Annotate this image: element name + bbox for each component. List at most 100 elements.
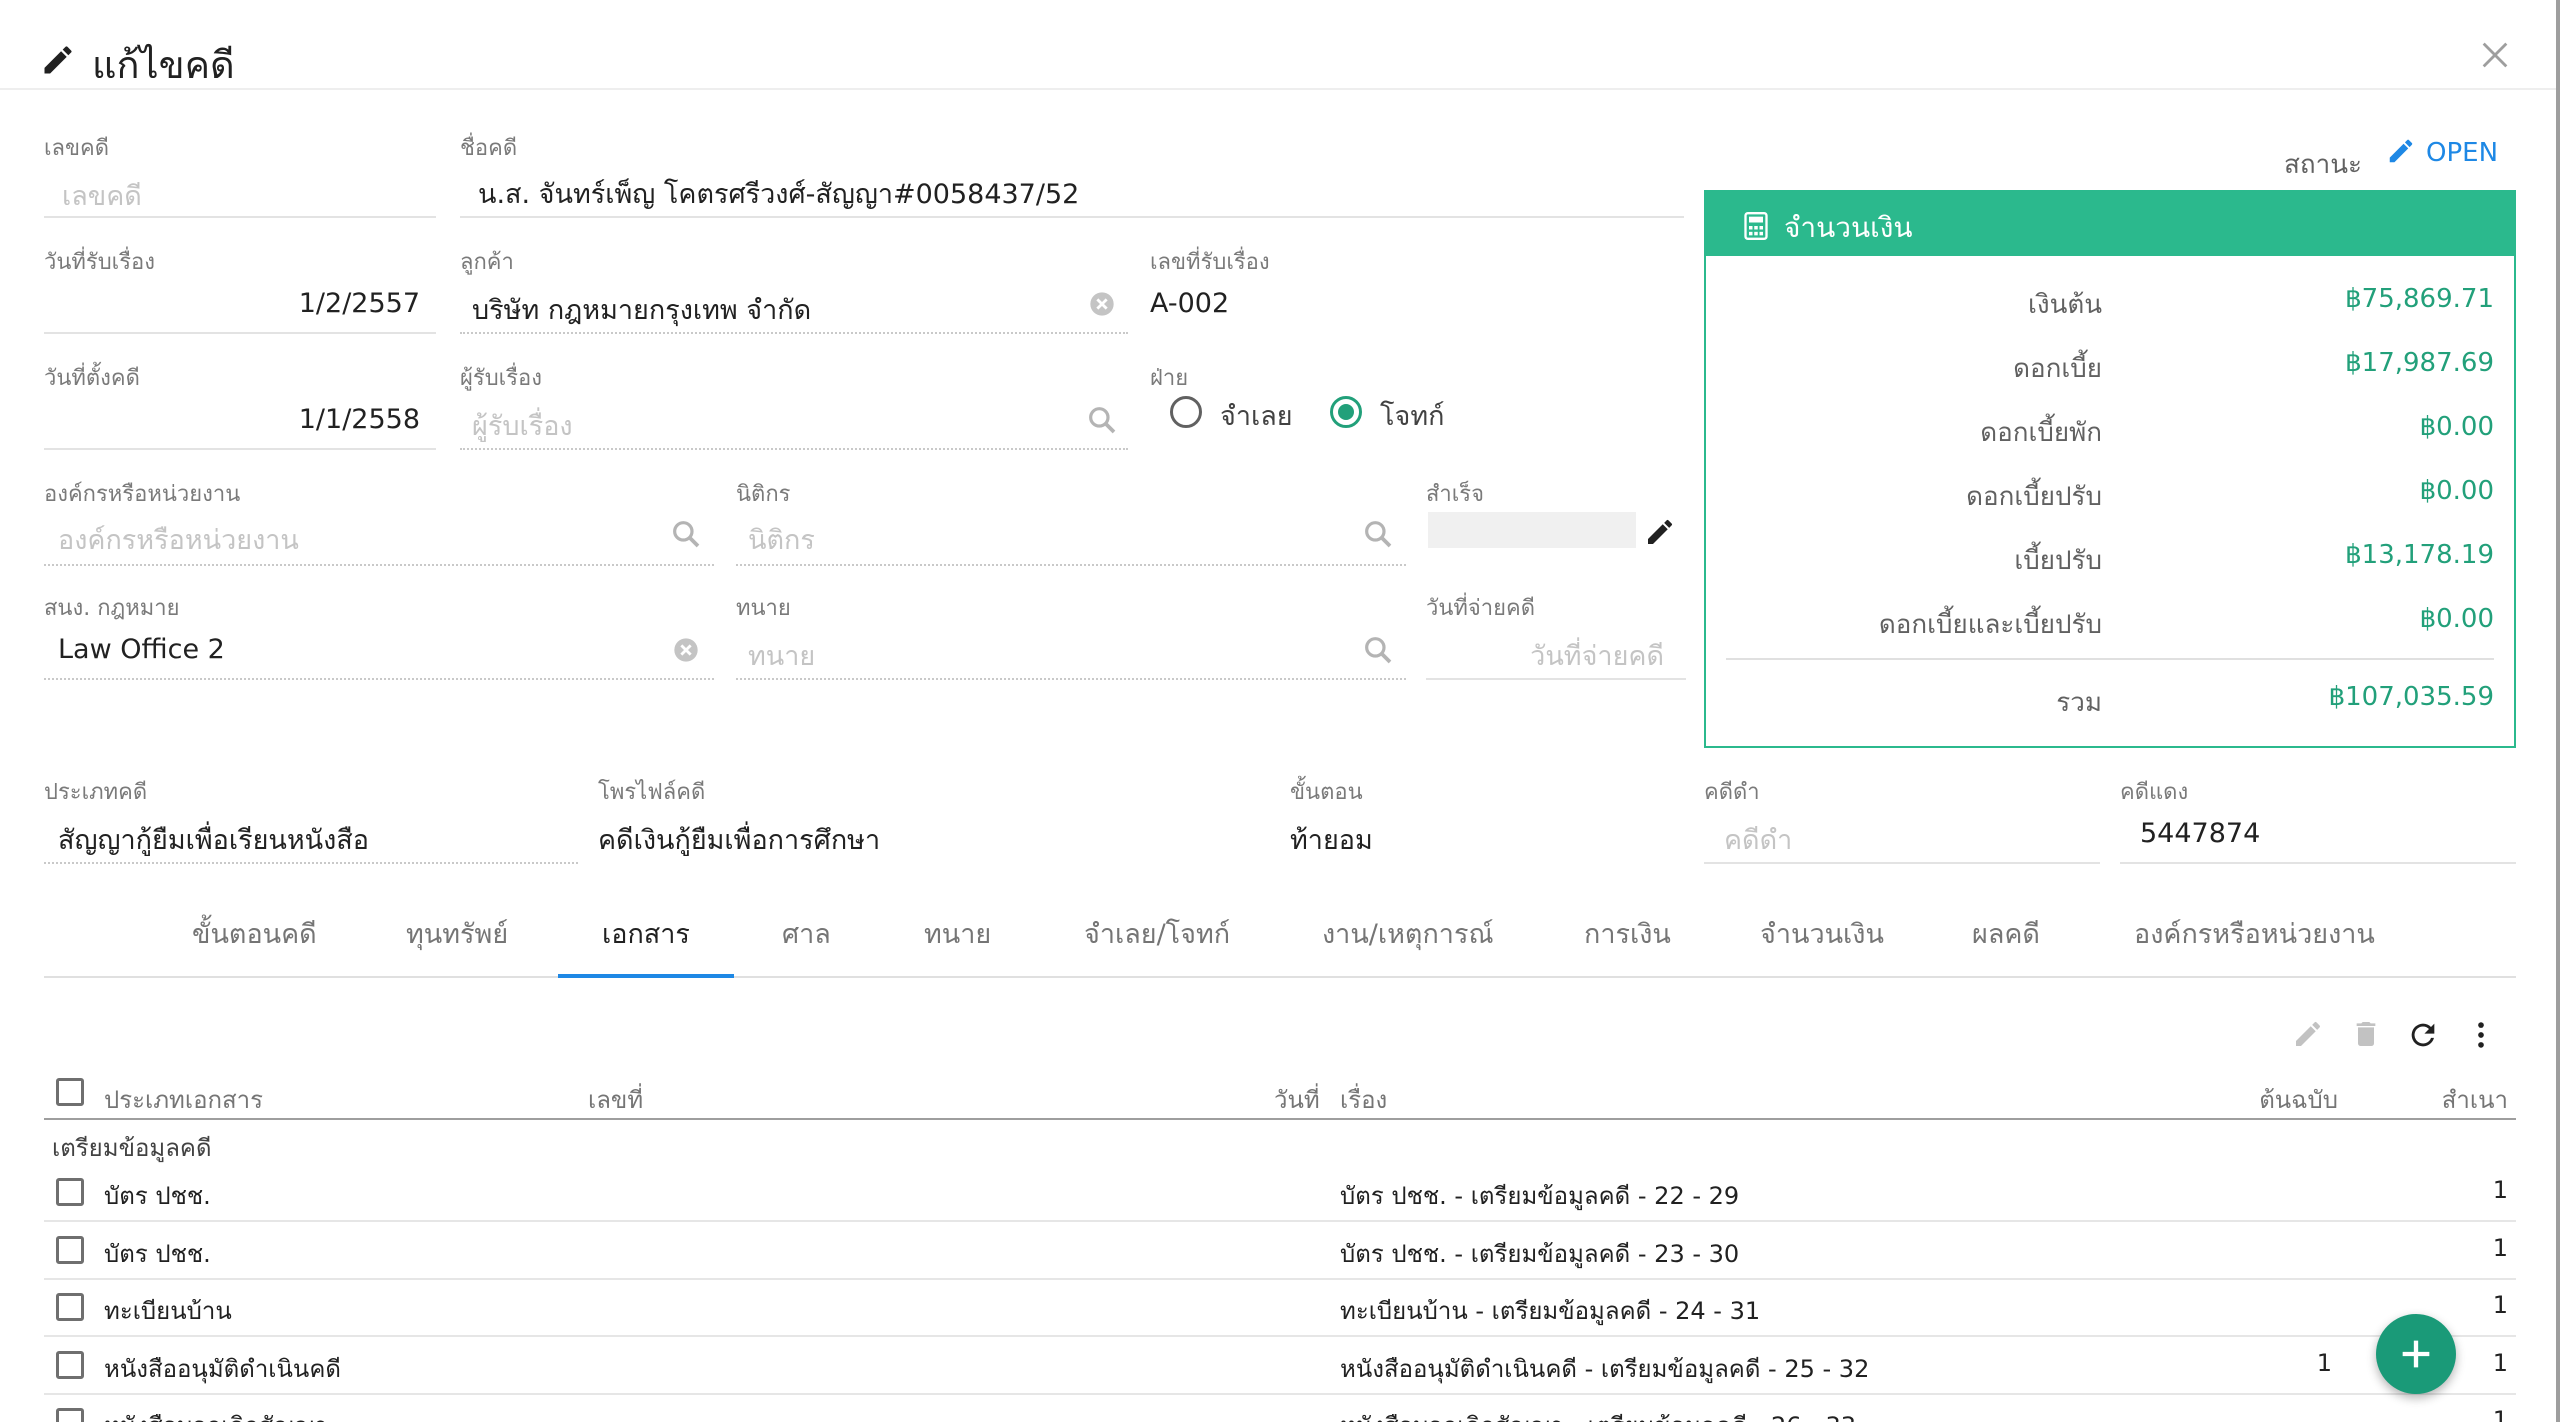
side-plaintiff-label: โจทก์ <box>1380 401 1445 432</box>
table-header-divider <box>44 1118 2516 1120</box>
received-no-input[interactable]: A-002 <box>1150 288 1229 319</box>
case-no-label: เลขคดี <box>44 136 110 161</box>
tab-case-steps[interactable]: ขั้นตอนคดี <box>192 912 317 955</box>
case-no-underline <box>44 216 436 218</box>
law-office-underline <box>44 678 714 680</box>
money-row-value: ฿0.00 <box>2419 476 2494 506</box>
filed-date-input[interactable]: 1/1/2558 <box>299 404 420 435</box>
row-checkbox[interactable] <box>56 1351 84 1379</box>
case-type-input[interactable]: สัญญากู้ยืมเพื่อเรียนหนังสือ <box>58 818 369 861</box>
case-name-input[interactable]: น.ส. จันทร์เพ็ญ โคตรศรีวงศ์-สัญญา#005843… <box>478 172 1079 215</box>
tab-organization[interactable]: องค์กรหรือหน่วยงาน <box>2134 912 2375 955</box>
tab-amount[interactable]: จำนวนเงิน <box>1760 912 1884 955</box>
status-value[interactable]: OPEN <box>2426 138 2498 168</box>
tab-capital[interactable]: ทุนทรัพย์ <box>406 912 508 955</box>
tab-lawyer[interactable]: ทนาย <box>924 912 991 955</box>
more-options-icon[interactable] <box>2464 1018 2498 1052</box>
tab-court[interactable]: ศาล <box>782 912 831 955</box>
add-fab-button[interactable] <box>2376 1314 2456 1394</box>
cell-doc-type: ทะเบียนบ้าน <box>104 1297 232 1325</box>
row-checkbox[interactable] <box>56 1293 84 1321</box>
legal-officer-underline <box>736 564 1406 566</box>
lawyer-search-icon[interactable] <box>1362 634 1394 666</box>
header-number[interactable]: เลขที่ <box>588 1080 643 1119</box>
refresh-icon[interactable] <box>2406 1018 2440 1052</box>
dispose-date-label: วันที่จ่ายคดี <box>1426 596 1536 621</box>
dispose-date-input[interactable]: วันที่จ่ายคดี <box>1530 634 1664 677</box>
red-case-label: คดีแดง <box>2120 780 2189 805</box>
filed-date-label: วันที่ตั้งคดี <box>44 366 140 391</box>
tabs-divider <box>44 976 2516 978</box>
row-checkbox[interactable] <box>56 1178 84 1206</box>
cell-subject: ทะเบียนบ้าน - เตรียมข้อมูลคดี - 24 - 31 <box>1340 1297 1761 1325</box>
success-edit-icon[interactable] <box>1644 516 1676 548</box>
delete-icon[interactable] <box>2350 1018 2382 1050</box>
customer-input[interactable]: บริษัท กฎหมายกรุงเทพ จำกัด <box>472 288 811 331</box>
tab-documents[interactable]: เอกสาร <box>602 912 690 955</box>
case-profile-label: โพรไฟล์คดี <box>598 780 706 805</box>
lawyer-input[interactable]: ทนาย <box>748 634 815 677</box>
tab-finance[interactable]: การเงิน <box>1584 912 1671 955</box>
case-profile-input[interactable]: คดีเงินกู้ยืมเพื่อการศึกษา <box>598 818 880 861</box>
case-name-label: ชื่อคดี <box>460 136 518 161</box>
legal-officer-search-icon[interactable] <box>1362 518 1394 550</box>
tab-defendant-plaintiff[interactable]: จำเลย/โจทก์ <box>1084 912 1230 955</box>
tab-tasks-events[interactable]: งาน/เหตุการณ์ <box>1322 912 1494 955</box>
organization-search-icon[interactable] <box>670 518 702 550</box>
cell-copy: 1 <box>2492 1406 2508 1422</box>
receiver-underline <box>460 448 1128 450</box>
receiver-search-icon[interactable] <box>1086 404 1118 436</box>
select-all-checkbox[interactable] <box>56 1078 84 1106</box>
money-row-label: ดอกเบี้ยปรับ <box>1966 482 2102 512</box>
edit-row-icon[interactable] <box>2292 1018 2324 1050</box>
filed-date-underline <box>44 448 436 450</box>
header-original[interactable]: ต้นฉบับ <box>2259 1080 2338 1119</box>
status-label: สถานะ <box>2284 150 2362 180</box>
receiver-label: ผู้รับเรื่อง <box>460 366 542 391</box>
status-edit-icon[interactable] <box>2386 136 2416 166</box>
clear-law-office-icon[interactable] <box>672 636 700 664</box>
tab-case-result[interactable]: ผลคดี <box>1972 912 2040 955</box>
received-date-underline <box>44 332 436 334</box>
money-total-value: ฿107,035.59 <box>2328 682 2494 712</box>
legal-officer-input[interactable]: นิติกร <box>748 518 815 561</box>
side-plaintiff-radio-dot <box>1338 404 1354 420</box>
cell-subject: บัตร ปชช. - เตรียมข้อมูลคดี - 22 - 29 <box>1340 1182 1740 1210</box>
calculator-icon <box>1744 212 1768 240</box>
black-case-input[interactable]: คดีดำ <box>1724 818 1792 861</box>
money-panel: จำนวนเงิน เงินต้น ฿75,869.71 ดอกเบี้ย ฿17,9… <box>1704 190 2516 748</box>
clear-customer-icon[interactable] <box>1088 290 1116 318</box>
row-divider <box>44 1335 2516 1337</box>
received-date-input[interactable]: 1/2/2557 <box>299 288 420 319</box>
success-input[interactable] <box>1428 512 1636 548</box>
header-doc-type[interactable]: ประเภทเอกสาร <box>104 1080 263 1119</box>
stage-input[interactable]: ท้ายอม <box>1290 818 1373 861</box>
money-row-label: เบี้ยปรับ <box>2014 546 2102 576</box>
received-date-label: วันที่รับเรื่อง <box>44 250 155 275</box>
row-divider <box>44 1393 2516 1395</box>
money-row-label: ดอกเบี้ย <box>2013 354 2102 384</box>
money-row-label: ดอกเบี้ยพัก <box>1980 418 2102 448</box>
active-tab-indicator <box>558 974 734 978</box>
law-office-input[interactable]: Law Office 2 <box>58 634 225 665</box>
red-case-underline <box>2120 862 2516 864</box>
organization-input[interactable]: องค์กรหรือหน่วยงาน <box>58 518 299 561</box>
close-icon[interactable] <box>2478 38 2512 72</box>
cell-subject: บัตร ปชช. - เตรียมข้อมูลคดี - 23 - 30 <box>1340 1240 1740 1268</box>
receiver-input[interactable]: ผู้รับเรื่อง <box>472 404 573 447</box>
header-subject[interactable]: เรื่อง <box>1340 1080 1387 1119</box>
row-checkbox[interactable] <box>56 1236 84 1264</box>
red-case-input[interactable]: 5447874 <box>2140 818 2260 849</box>
side-plaintiff-radio[interactable] <box>1330 396 1362 428</box>
header-date[interactable]: วันที่ <box>1274 1080 1320 1119</box>
money-panel-title: จำนวนเงิน <box>1784 211 1913 244</box>
header-divider <box>0 88 2560 90</box>
side-defendant-radio[interactable] <box>1170 396 1202 428</box>
cell-subject: หนังสือบอกเลิกสัญญา - เตรียมข้อมูลคดี - … <box>1340 1406 1856 1422</box>
row-checkbox[interactable] <box>56 1408 84 1422</box>
money-row-value: ฿13,178.19 <box>2345 540 2494 570</box>
dispose-date-underline <box>1426 678 1686 680</box>
header-copy[interactable]: สำเนา <box>2442 1080 2508 1119</box>
case-no-input[interactable]: เลขคดี <box>62 174 142 217</box>
received-no-label: เลขที่รับเรื่อง <box>1150 250 1270 275</box>
